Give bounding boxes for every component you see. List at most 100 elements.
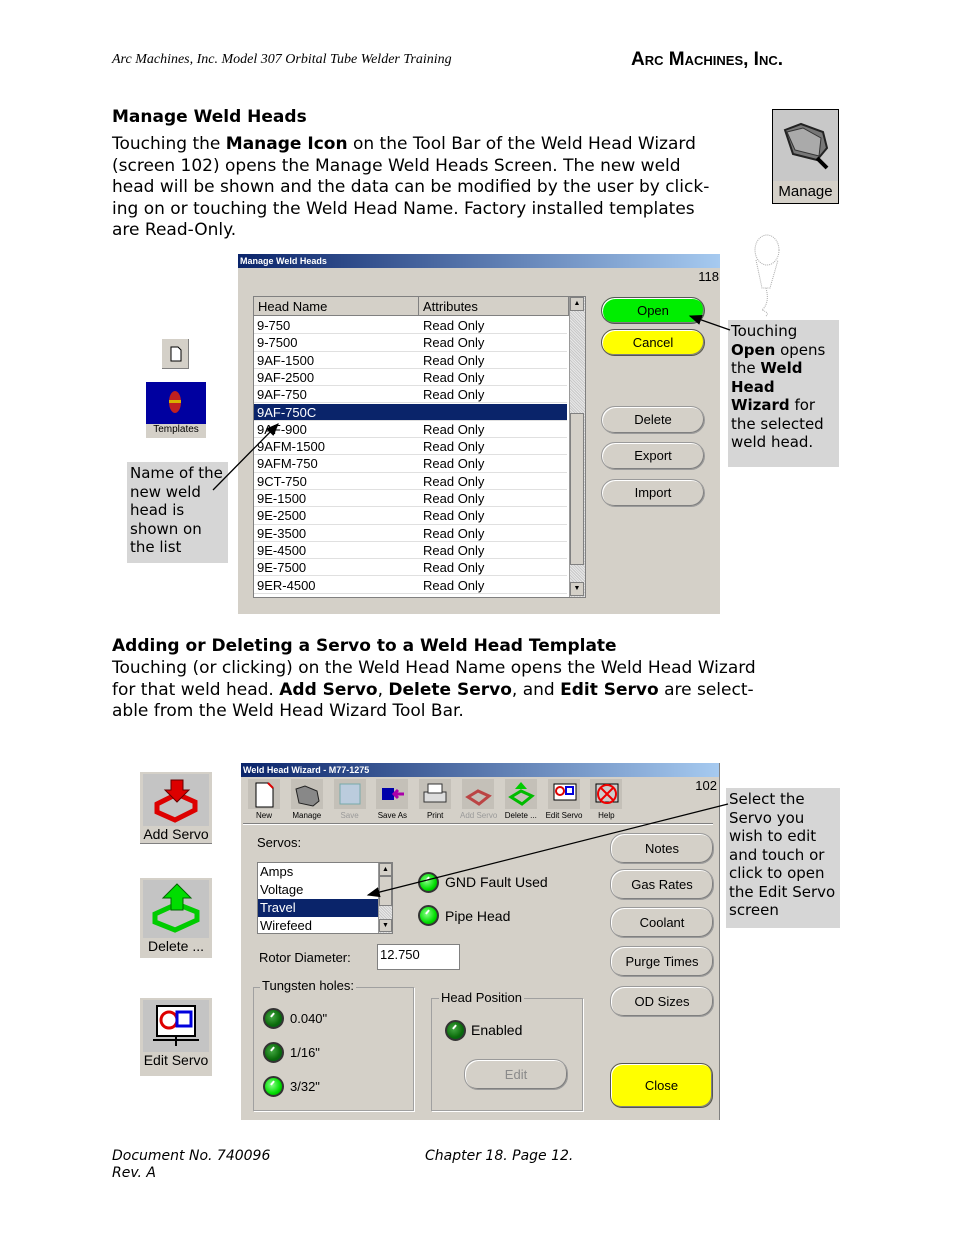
edit-servo-side-button[interactable]: Edit Servo [140,998,212,1076]
tungsten-led[interactable] [263,1042,284,1063]
wizard-title: Weld Head Wizard - M77-1275 [241,763,719,777]
toolbar-button-manage[interactable]: Manage [289,779,325,820]
footer-chapter: Chapter 18. Page 12. [425,1148,574,1164]
table-row[interactable]: 9E-3500 Read Only [254,525,567,542]
toolbar-button-help[interactable]: Help [588,779,624,820]
table-row[interactable]: 9AFM-750 Read Only [254,455,567,473]
bold-text: Manage Icon [225,134,348,154]
table-row[interactable]: 9AF-750C [254,403,567,421]
rotor-diameter-input[interactable]: 12.750 [377,944,460,970]
tungsten-led[interactable] [263,1008,284,1029]
toolbar-label: New [255,811,272,820]
attributes-cell: Read Only [423,369,485,385]
screen-number: 102 [695,778,717,793]
text: , and [511,679,561,700]
templates-button[interactable]: Templates [146,382,206,438]
attributes-cell: Read Only [423,439,485,455]
table-row[interactable]: 9AF-1500 Read Only [254,352,567,369]
cancel-button[interactable]: Cancel [601,329,705,356]
head-name-cell: 9E-1500 [257,491,307,506]
import-button[interactable]: Import [601,479,705,507]
export-button[interactable]: Export [601,442,705,470]
head-position-enabled-led[interactable] [445,1020,466,1041]
toolbar-label: Delete ... [504,811,537,820]
pendant-sketch-icon [754,234,780,317]
close-button[interactable]: Close [610,1063,713,1108]
table-row[interactable]: 9E-2500 Read Only [254,507,567,525]
save-icon [333,779,366,809]
vertical-scrollbar[interactable]: ▲ ▼ [569,297,585,597]
table-row[interactable]: 9-750 Read Only [254,317,567,335]
footer-doc-no: Document No. 740096 [112,1148,271,1164]
table-row[interactable]: 9AF-900 Read Only [254,421,567,439]
table-row[interactable]: 9-7500 Read Only [254,334,567,352]
attributes-cell: Read Only [423,318,485,333]
rotor-diameter-label: Rotor Diameter: [259,950,351,965]
tungsten-led[interactable] [263,1076,284,1097]
tungsten-label: 0.040" [290,1011,328,1026]
gnd-fault-led[interactable] [418,872,439,893]
scroll-up-button[interactable]: ▲ [570,297,584,311]
add-servo-icon [462,779,494,809]
bold-text: Add Servo [279,679,378,700]
gas-rates-button[interactable]: Gas Rates [610,869,714,900]
callout-new-name: Name of the new weld head is shown on th… [127,462,228,563]
scroll-up-button[interactable]: ▲ [379,863,392,876]
servo-list-item[interactable]: Wirefeed [258,917,379,935]
add-servo-icon [143,774,209,826]
table-row[interactable]: 9AF-2500 Read Only [254,369,567,387]
toolbar-button-save[interactable]: Save [332,779,368,820]
folder-icon [290,779,323,809]
servo-list-item[interactable]: Voltage [258,881,379,899]
templates-label: Templates [153,424,199,435]
servo-list-item[interactable]: Amps [258,863,379,881]
servo-list-item[interactable]: Travel [258,899,379,917]
coolant-button[interactable]: Coolant [610,907,714,938]
manage-icon-label: Manage [773,181,838,203]
delete-servo-side-button[interactable]: Delete ... [140,878,212,958]
weld-heads-table: Head Name Attributes 9-750 Read Only 9-750… [253,296,586,598]
servos-listbox[interactable]: Amps Voltage Travel Wirefeed ▲ ▼ [257,862,393,934]
text-line: (screen 102) opens the Manage Weld Heads… [112,155,681,176]
dialog-title: Manage Weld Heads [238,254,720,268]
purge-times-button[interactable]: Purge Times [610,946,714,977]
toolbar-button-new[interactable]: New [246,779,282,820]
toolbar-button-add-servo[interactable]: Add Servo [460,779,497,820]
table-row[interactable]: 9E-1500 Read Only [254,490,567,508]
table-row[interactable]: 9ER-4500 Read Only [254,577,567,594]
scroll-down-button[interactable]: ▼ [379,919,392,932]
toolbar-label: Manage [292,811,322,820]
scroll-thumb[interactable] [570,413,584,565]
manage-toolbar-icon[interactable]: Manage [772,109,839,204]
od-sizes-button[interactable]: OD Sizes [610,986,714,1017]
table-row[interactable]: 9E-7500 Read Only [254,559,567,577]
edit-head-position-button[interactable]: Edit [464,1059,568,1090]
servos-scrollbar[interactable]: ▲ ▼ [378,863,392,933]
attributes-cell: Read Only [423,525,485,541]
tungsten-label: 3/32" [290,1079,320,1094]
toolbar-divider [243,823,713,825]
servos-label: Servos: [257,835,302,850]
toolbar-label: Save As [377,811,408,820]
add-servo-side-button[interactable]: Add Servo [140,772,212,844]
screen-number: 118 [698,269,719,284]
toolbar-button-save-as[interactable]: Save As [374,779,410,820]
table-row[interactable]: 9AF-750 Read Only [254,386,567,404]
new-file-button[interactable] [162,339,189,369]
delete-button[interactable]: Delete [601,406,705,434]
open-button[interactable]: Open [601,297,705,324]
pipe-head-led[interactable] [418,905,439,926]
table-row[interactable]: 9CT-750 Read Only [254,473,567,490]
toolbar-button-print[interactable]: Print [417,779,453,820]
table-row[interactable]: 9AFM-1500 Read Only [254,438,567,456]
bold-text: Edit Servo [560,679,659,700]
column-header-attributes[interactable]: Attributes [419,297,569,316]
column-header-head-name[interactable]: Head Name [254,297,419,316]
table-row[interactable]: 9E-4500 Read Only [254,542,567,560]
scroll-thumb[interactable] [379,876,392,906]
notes-button[interactable]: Notes [610,833,714,864]
toolbar-button-edit-servo[interactable]: Edit Servo [546,779,583,820]
toolbar-button-delete[interactable]: Delete ... [503,779,539,820]
add-servo-label: Add Servo [143,826,209,842]
scroll-down-button[interactable]: ▼ [570,582,584,596]
